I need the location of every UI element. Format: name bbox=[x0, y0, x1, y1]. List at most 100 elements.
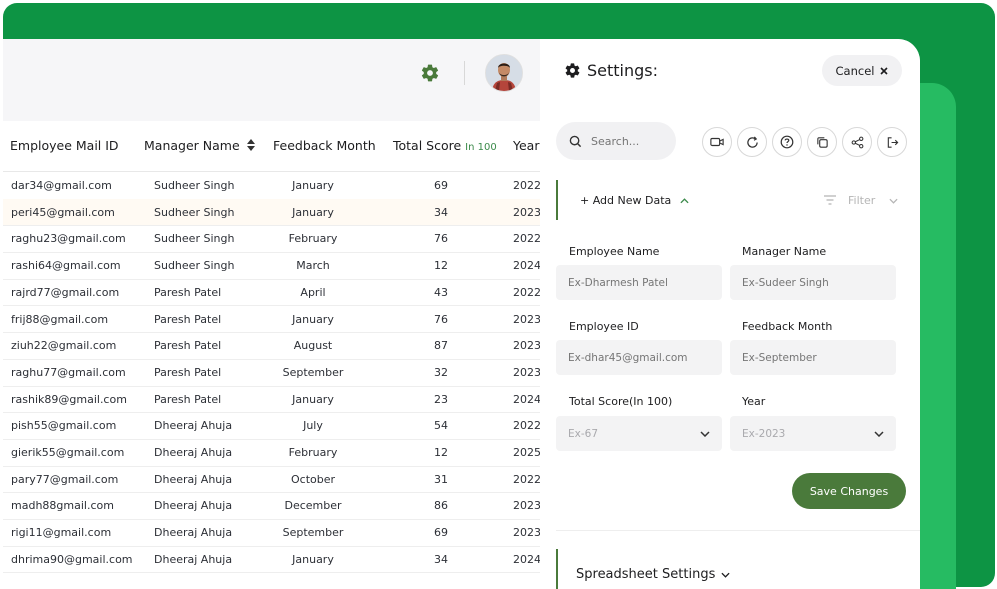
table-row[interactable]: pish55@gmail.com Dheeraj Ahuja July 54 2022 bbox=[3, 412, 540, 440]
cell-score: 86 bbox=[434, 499, 448, 513]
cell-mail: rashi64@gmail.com bbox=[11, 259, 121, 273]
cell-month: March bbox=[296, 259, 330, 273]
cell-year: 2023 bbox=[513, 205, 540, 219]
cell-year: 2024 bbox=[513, 392, 540, 406]
header-divider bbox=[464, 61, 465, 85]
cell-score: 32 bbox=[434, 365, 448, 379]
table-row[interactable]: rajrd77@gmail.com Paresh Patel April 43 2022 bbox=[3, 279, 540, 307]
cell-mail: gierik55@gmail.com bbox=[11, 446, 125, 459]
cell-month: September bbox=[282, 365, 344, 379]
cell-month: January bbox=[292, 552, 334, 566]
app-window: Employee Mail ID Manager Name Feedback M… bbox=[3, 39, 920, 589]
cell-manager: Sudheer Singh bbox=[154, 259, 235, 273]
feedback-month-input[interactable] bbox=[730, 340, 896, 375]
table-row[interactable]: madh88gmail.com Dheeraj Ahuja December 86 20… bbox=[3, 492, 540, 521]
spreadsheet-settings-section[interactable]: Spreadsheet Settings bbox=[556, 549, 918, 589]
table-row[interactable]: gierik55@gmail.com Dheeraj Ahuja February 1… bbox=[3, 439, 540, 467]
table-row[interactable]: rigi11@gmail.com Dheeraj Ahuja September 69… bbox=[3, 519, 540, 547]
sort-icon[interactable] bbox=[246, 139, 255, 151]
cell-month: September bbox=[282, 526, 344, 540]
cell-month: December bbox=[284, 499, 342, 513]
header-total-score[interactable]: Total Score In 100 bbox=[393, 138, 497, 153]
header-year[interactable]: Year bbox=[513, 138, 539, 153]
logout-button[interactable] bbox=[877, 127, 907, 157]
settings-panel: Settings: Cancel Search... + Add New Dat… bbox=[540, 39, 920, 589]
copy-icon bbox=[816, 136, 828, 148]
table-row[interactable]: rashi64@gmail.com Sudheer Singh March 12 202… bbox=[3, 252, 540, 280]
cell-mail: rajrd77@gmail.com bbox=[11, 285, 120, 299]
cell-mail: raghu77@gmail.com bbox=[11, 365, 126, 379]
cell-month: January bbox=[292, 312, 334, 326]
spreadsheet-settings-toggle[interactable]: Spreadsheet Settings bbox=[576, 567, 730, 582]
header-feedback-month[interactable]: Feedback Month bbox=[273, 138, 376, 153]
cancel-label: Cancel bbox=[835, 63, 875, 78]
add-new-data-toggle[interactable]: + Add New Data bbox=[580, 194, 689, 207]
chevron-up-icon bbox=[680, 198, 689, 204]
filter-dropdown[interactable]: Filter bbox=[848, 194, 898, 207]
employee-name-input[interactable] bbox=[556, 265, 722, 300]
screenshot-frame: Employee Mail ID Manager Name Feedback M… bbox=[0, 0, 997, 589]
cell-score: 34 bbox=[434, 205, 448, 219]
avatar[interactable] bbox=[485, 54, 523, 92]
table-row[interactable]: peri45@gmail.com Sudheer Singh January 34 20… bbox=[3, 198, 540, 227]
total-score-select[interactable]: Ex-67 bbox=[556, 416, 722, 451]
table-row[interactable]: pary77@gmail.com Dheeraj Ahuja October 31 20… bbox=[3, 466, 540, 494]
header-manager-label: Manager Name bbox=[144, 138, 240, 153]
table-row[interactable]: frij88@gmail.com Paresh Patel January 76 202… bbox=[3, 306, 540, 334]
header-score-hint: In 100 bbox=[465, 142, 497, 153]
year-select[interactable]: Ex-2023 bbox=[730, 416, 896, 451]
cell-month: July bbox=[303, 419, 323, 433]
manager-name-input[interactable] bbox=[730, 265, 896, 300]
table-row[interactable]: rashik89@gmail.com Paresh Patel January 23 2… bbox=[3, 386, 540, 414]
copy-button[interactable] bbox=[807, 127, 837, 157]
year-label: Year bbox=[742, 395, 766, 408]
cell-manager: Paresh Patel bbox=[154, 365, 222, 379]
cell-mail: rashik89@gmail.com bbox=[11, 392, 127, 406]
panel-divider bbox=[556, 530, 920, 531]
table-row[interactable]: ziuh22@gmail.com Paresh Patel August 87 2023 bbox=[3, 332, 540, 360]
table-header: Employee Mail ID Manager Name Feedback M… bbox=[3, 121, 540, 172]
share-button[interactable] bbox=[842, 127, 872, 157]
manager-name-label: Manager Name bbox=[742, 245, 827, 258]
top-bar bbox=[3, 39, 540, 121]
cell-manager: Sudheer Singh bbox=[154, 179, 235, 192]
filter-label: Filter bbox=[848, 194, 876, 207]
cell-mail: pary77@gmail.com bbox=[11, 472, 119, 486]
cell-year: 2023 bbox=[513, 312, 540, 326]
cell-year: 2023 bbox=[513, 499, 540, 513]
table-row[interactable]: raghu77@gmail.com Paresh Patel September 32… bbox=[3, 359, 540, 387]
search-input[interactable] bbox=[589, 133, 673, 149]
table-row[interactable]: dar34@gmail.com Sudheer Singh January 69 202… bbox=[3, 172, 540, 200]
cell-manager: Dheeraj Ahuja bbox=[154, 472, 233, 486]
chevron-down-icon bbox=[889, 198, 898, 204]
help-button[interactable] bbox=[772, 127, 802, 157]
video-button[interactable] bbox=[702, 127, 732, 157]
table-row[interactable]: dhrima90@gmail.com Dheeraj Ahuja January 34… bbox=[3, 546, 540, 574]
cell-score: 23 bbox=[434, 392, 448, 406]
cell-score: 87 bbox=[434, 339, 448, 353]
cell-year: 2025 bbox=[513, 446, 540, 459]
header-employee-mail[interactable]: Employee Mail ID bbox=[10, 138, 119, 153]
gear-icon[interactable] bbox=[420, 63, 440, 83]
refresh-button[interactable] bbox=[737, 127, 767, 157]
spreadsheet-settings-label: Spreadsheet Settings bbox=[576, 567, 716, 582]
cell-score: 76 bbox=[434, 232, 448, 246]
employee-id-label: Employee ID bbox=[569, 320, 639, 333]
cell-year: 2023 bbox=[513, 526, 540, 540]
cell-score: 54 bbox=[434, 419, 448, 433]
cell-mail: frij88@gmail.com bbox=[11, 312, 109, 326]
cell-year: 2022 bbox=[513, 419, 540, 433]
cell-month: October bbox=[290, 472, 336, 486]
cancel-button[interactable]: Cancel bbox=[822, 55, 902, 86]
chevron-down-icon bbox=[721, 572, 730, 578]
help-icon bbox=[780, 135, 794, 149]
employee-name-label: Employee Name bbox=[569, 245, 660, 258]
logout-icon bbox=[887, 136, 898, 148]
table-row[interactable]: raghu23@gmail.com Sudheer Singh February 76… bbox=[3, 225, 540, 254]
header-manager-name[interactable]: Manager Name bbox=[144, 138, 255, 153]
save-changes-button[interactable]: Save Changes bbox=[792, 473, 906, 509]
cell-mail: dar34@gmail.com bbox=[11, 179, 112, 192]
employee-id-input[interactable] bbox=[556, 340, 722, 375]
search-box[interactable] bbox=[556, 122, 676, 160]
cell-month: January bbox=[292, 179, 334, 192]
